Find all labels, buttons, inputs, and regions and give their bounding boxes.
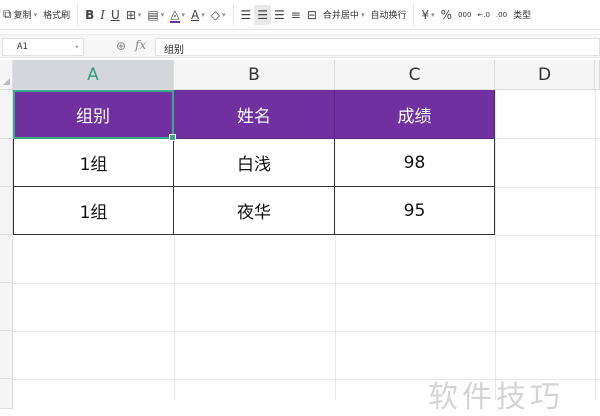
type-convert-button[interactable]: 类型 xyxy=(510,5,534,25)
column-header-a[interactable]: A xyxy=(13,60,174,90)
row-header[interactable] xyxy=(0,235,13,283)
gridline xyxy=(335,235,336,400)
borders-button[interactable]: ⊞ ▾ xyxy=(123,5,145,25)
clear-button[interactable]: ◇ ▾ xyxy=(208,5,229,25)
copy-button[interactable]: ⧉ 复制 ▾ xyxy=(0,5,40,25)
gridline xyxy=(495,90,496,400)
align-right-icon[interactable]: ☰ xyxy=(271,5,288,25)
gridline xyxy=(495,187,600,188)
row-header[interactable] xyxy=(0,379,13,409)
spreadsheet-grid: A B C D 组别 姓名 成绩 1组 白浅 98 1组 夜华 95 xyxy=(0,60,600,409)
formula-bar: A1 ▾ ⊕ fx 组别 xyxy=(0,34,600,58)
increase-decimal-button[interactable]: ←.0 xyxy=(474,5,493,25)
formula-input[interactable]: 组别 xyxy=(155,38,600,56)
column-header-d[interactable]: D xyxy=(495,60,595,90)
cell-a2[interactable]: 1组 xyxy=(13,139,174,187)
borders-icon: ⊞ xyxy=(125,7,136,22)
cell-a1[interactable]: 组别 xyxy=(13,90,174,139)
align-left-icon[interactable]: ☰ xyxy=(238,5,255,25)
chevron-down-icon: ▾ xyxy=(33,10,38,19)
font-color-button[interactable]: A ▾ xyxy=(188,5,208,25)
column-header-b[interactable]: B xyxy=(174,60,335,90)
percent-button[interactable]: % xyxy=(438,5,455,25)
wrap-text-button[interactable]: 自动换行 xyxy=(367,5,409,25)
gridline xyxy=(595,90,596,400)
select-all-button[interactable] xyxy=(0,60,13,90)
copy-icon: ⧉ xyxy=(3,7,12,21)
fx-icon[interactable]: fx xyxy=(135,38,146,52)
underline-button[interactable]: U xyxy=(108,5,123,25)
eraser-icon: ◇ xyxy=(210,7,220,22)
column-header-c[interactable]: C xyxy=(335,60,495,90)
cell-c2[interactable]: 98 xyxy=(335,139,495,187)
zoom-icon[interactable]: ⊕ xyxy=(116,39,126,53)
justify-icon[interactable]: ≡ xyxy=(288,5,304,25)
column-header-e xyxy=(595,60,600,90)
chevron-down-icon: ▾ xyxy=(74,43,79,51)
cell-c1[interactable]: 成绩 xyxy=(335,90,495,139)
gridline xyxy=(174,235,175,400)
format-painter-button[interactable]: 格式刷 xyxy=(40,5,73,25)
merge-center-button[interactable]: 合并居中 ▾ xyxy=(320,5,368,25)
cell-c3[interactable]: 95 xyxy=(335,187,495,235)
divider xyxy=(232,3,234,26)
thousands-button[interactable]: 000 xyxy=(455,5,474,25)
italic-button[interactable]: I xyxy=(97,5,108,25)
gridline xyxy=(495,235,600,236)
decrease-decimal-button[interactable]: .00 xyxy=(493,5,510,25)
paint-bucket-icon: ◬ xyxy=(170,6,180,23)
cell-a3[interactable]: 1组 xyxy=(13,187,174,235)
bold-button[interactable]: B xyxy=(82,5,97,25)
fill-color-button[interactable]: ◬ ▾ xyxy=(167,5,188,25)
row-header[interactable] xyxy=(0,283,13,331)
name-box[interactable]: A1 ▾ xyxy=(2,38,84,56)
cell-style-icon: ▤ xyxy=(147,7,159,22)
row-header[interactable] xyxy=(0,331,13,379)
gridline xyxy=(495,138,600,139)
cell-b1[interactable]: 姓名 xyxy=(174,90,335,139)
gridline xyxy=(13,331,600,332)
row-header[interactable] xyxy=(0,139,13,187)
watermark: 软件技巧 xyxy=(428,380,564,415)
divider xyxy=(413,3,415,26)
font-color-icon: A xyxy=(191,7,200,22)
distributed-icon[interactable]: ⊟ xyxy=(304,5,320,25)
cell-b3[interactable]: 夜华 xyxy=(174,187,335,235)
ribbon-toolbar: ⧉ 复制 ▾ 格式刷 B I U ⊞ ▾ ▤ ▾ ◬ ▾ A ▾ ◇ ▾ ☰ ☰ ☰ ≡ ⊟ … xyxy=(0,0,600,30)
divider xyxy=(77,3,79,26)
fill-style-button[interactable]: ▤ ▾ xyxy=(144,5,167,25)
gridline xyxy=(13,283,600,284)
align-center-icon[interactable]: ☰ xyxy=(254,4,272,25)
row-header[interactable] xyxy=(0,90,13,139)
currency-button[interactable]: ¥ ▾ xyxy=(418,5,437,25)
cell-b2[interactable]: 白浅 xyxy=(174,139,335,187)
row-header[interactable] xyxy=(0,187,13,235)
